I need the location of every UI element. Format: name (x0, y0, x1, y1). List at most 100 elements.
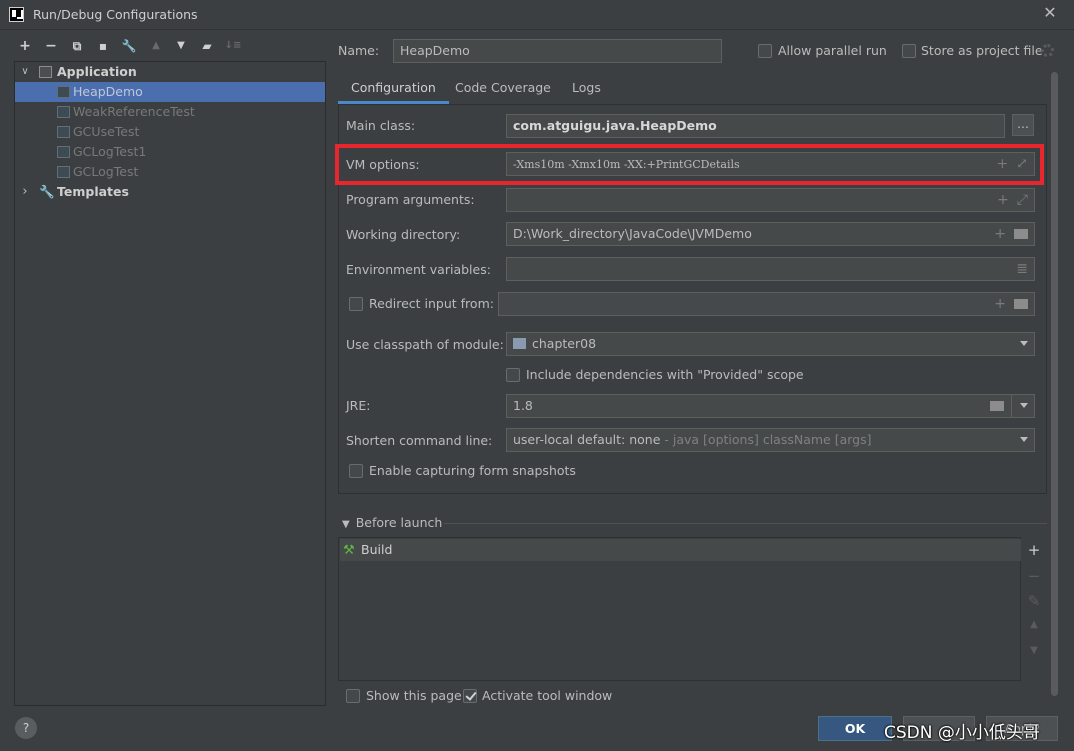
remove-icon[interactable]: − (42, 36, 60, 56)
allow-parallel-label: Allow parallel run (778, 43, 887, 58)
working-directory-value: D:\Work_directory\JavaCode\JVMDemo (513, 226, 752, 241)
folder-icon[interactable] (1014, 299, 1028, 309)
program-arguments-input[interactable]: + ⤢ (506, 188, 1035, 212)
wrench-icon[interactable]: 🔧 (120, 36, 138, 56)
redirect-input-checkbox[interactable] (349, 297, 363, 311)
working-directory-label: Working directory: (346, 227, 461, 242)
tab-logs[interactable]: Logs (559, 76, 614, 104)
chevron-down-icon[interactable] (1020, 403, 1028, 408)
redirect-input-label: Redirect input from: (369, 296, 494, 311)
plus-icon[interactable]: + (997, 192, 1009, 208)
move-down-icon[interactable]: ▼ (1025, 645, 1043, 656)
form-snapshots-label: Enable capturing form snapshots (369, 463, 576, 478)
activate-tool-label: Activate tool window (482, 688, 613, 703)
activate-tool-checkbox[interactable] (463, 689, 477, 703)
tree-item-gcusetest[interactable]: GCUseTest (15, 122, 325, 142)
list-item[interactable]: ⚒ Build (340, 539, 1021, 561)
tree-item-heapdemo[interactable]: HeapDemo (15, 82, 325, 102)
classpath-module-select[interactable]: chapter08 (506, 332, 1035, 356)
gear-icon[interactable] (1041, 44, 1054, 57)
red-highlight-annotation (335, 144, 1044, 185)
run-config-icon (57, 126, 70, 138)
close-icon[interactable]: ✕ (1040, 3, 1060, 23)
field-actions: + (986, 226, 1028, 242)
shorten-command-hint: - java [options] className [args] (660, 432, 872, 447)
include-provided-checkbox[interactable] (506, 368, 520, 382)
move-up-icon[interactable]: ▲ (147, 36, 165, 56)
title-bar: Run/Debug Configurations ✕ (0, 0, 1074, 30)
intellij-logo-icon (9, 7, 24, 22)
tree-item-label: GCUseTest (73, 124, 140, 139)
tree-item-weakreferencetest[interactable]: WeakReferenceTest (15, 102, 325, 122)
show-page-checkbox[interactable] (346, 689, 360, 703)
before-launch-item-label: Build (361, 542, 393, 557)
help-button[interactable]: ? (15, 717, 37, 739)
include-provided-label: Include dependencies with "Provided" sco… (526, 367, 804, 382)
save-icon[interactable]: ▪ (94, 36, 112, 56)
jre-label: JRE: (346, 398, 371, 413)
folder-icon[interactable]: ▰ (198, 36, 216, 56)
ok-button[interactable]: OK (818, 716, 892, 741)
before-launch-header[interactable]: ▼ Before launch (342, 515, 442, 530)
application-icon (39, 66, 52, 78)
allow-parallel-checkbox[interactable] (758, 44, 772, 58)
main-class-input[interactable]: com.atguigu.java.HeapDemo (506, 114, 1005, 138)
chevron-right-icon[interactable]: › (18, 182, 32, 202)
divider (444, 523, 1047, 524)
edit-task-icon[interactable]: ✎ (1025, 592, 1043, 610)
environment-variables-label: Environment variables: (346, 262, 491, 277)
program-arguments-label: Program arguments: (346, 192, 475, 207)
run-config-icon (57, 166, 70, 178)
sort-icon[interactable]: ↓≡ (224, 36, 242, 56)
tree-group-label: Application (57, 64, 137, 79)
chevron-down-icon: ▼ (342, 519, 350, 530)
classpath-module-value: chapter08 (532, 336, 597, 351)
tree-item-gclogtest1[interactable]: GCLogTest1 (15, 142, 325, 162)
jre-select[interactable]: 1.8 (506, 394, 1035, 418)
before-launch-title: Before launch (355, 515, 443, 530)
environment-variables-input[interactable]: ≣ (506, 257, 1035, 281)
field-actions: + ⤢ (989, 192, 1028, 208)
shorten-command-select[interactable]: user-local default: none - java [options… (506, 428, 1035, 452)
tree-group-templates[interactable]: › 🔧 Templates (15, 182, 325, 202)
tree-item-label: GCLogTest (73, 164, 139, 179)
list-icon[interactable]: ≣ (1016, 261, 1028, 277)
add-task-icon[interactable]: + (1025, 541, 1043, 559)
move-up-icon[interactable]: ▲ (1025, 619, 1043, 630)
plus-icon[interactable]: + (994, 296, 1006, 312)
before-launch-list: ⚒ Build (338, 537, 1021, 681)
working-directory-input[interactable]: D:\Work_directory\JavaCode\JVMDemo + (506, 222, 1035, 246)
chevron-down-icon[interactable]: ∨ (18, 62, 32, 82)
run-config-icon (57, 106, 70, 118)
redirect-input-field[interactable]: + (498, 292, 1035, 316)
form-snapshots-checkbox[interactable] (349, 464, 363, 478)
move-down-icon[interactable]: ▼ (172, 36, 190, 56)
expand-icon[interactable]: ⤢ (1017, 192, 1028, 208)
remove-task-icon[interactable]: − (1025, 567, 1043, 585)
browse-button[interactable]: ... (1012, 114, 1034, 136)
classpath-module-label: Use classpath of module: (346, 337, 504, 352)
scrollbar[interactable] (1051, 72, 1058, 696)
run-config-icon (57, 146, 70, 158)
module-icon (513, 338, 526, 349)
tree-item-label: GCLogTest1 (73, 144, 147, 159)
store-project-checkbox[interactable] (902, 44, 916, 58)
folder-icon[interactable] (1014, 229, 1028, 239)
chevron-down-icon (1020, 437, 1028, 442)
jre-value: 1.8 (513, 398, 533, 413)
name-input[interactable]: HeapDemo (393, 39, 722, 63)
tree-group-application[interactable]: ∨ Application (15, 62, 325, 82)
copy-icon[interactable]: ⧉ (68, 36, 86, 56)
main-class-label: Main class: (346, 118, 416, 133)
folder-icon[interactable] (990, 401, 1004, 411)
tab-configuration[interactable]: Configuration (338, 76, 449, 104)
tree-group-label: Templates (57, 184, 129, 199)
field-actions: ≣ (1008, 261, 1028, 277)
add-icon[interactable]: + (16, 36, 34, 56)
configuration-tree: ∨ Application HeapDemo WeakReferenceTest… (14, 61, 326, 706)
tree-item-label: WeakReferenceTest (73, 104, 195, 119)
plus-icon[interactable]: + (994, 226, 1006, 242)
tab-code-coverage[interactable]: Code Coverage (442, 76, 564, 104)
tree-item-gclogtest[interactable]: GCLogTest (15, 162, 325, 182)
name-label: Name: (338, 43, 380, 58)
